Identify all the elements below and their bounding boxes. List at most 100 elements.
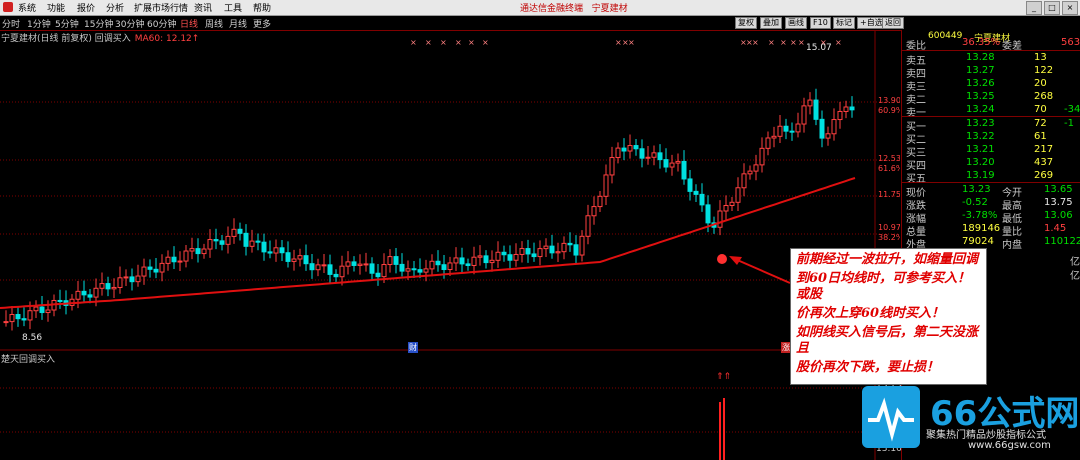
buy-row-2: 买二 13.22 61 (906, 131, 1047, 146)
menu-tools[interactable]: 工具 (224, 1, 242, 14)
buy-row-1: 买一 13.23 72 -1 (906, 118, 1074, 133)
candle-body (141, 266, 147, 277)
candle-body (285, 252, 291, 262)
candle-body (795, 123, 801, 133)
top-x-mark: × (798, 38, 805, 47)
candle-body (537, 248, 543, 258)
candle-body (747, 170, 753, 175)
kline-chart[interactable]: × × × × × × × × × × × × × × × × × × ⇑⇑ 15.07 8.56 13.90 6… (0, 30, 900, 460)
period-1min[interactable]: 1分钟 (27, 17, 51, 30)
candle-body (849, 106, 855, 111)
back-button[interactable]: 返回 (882, 17, 904, 29)
annotation-line-5: 股价再次下跌，要止损！ (796, 360, 940, 375)
menu-function[interactable]: 功能 (47, 1, 65, 14)
candle-body (471, 256, 477, 266)
period-monthly[interactable]: 月线 (229, 17, 247, 30)
maximize-button[interactable]: □ (1044, 1, 1060, 15)
period-daily[interactable]: 日线 (180, 17, 198, 30)
stat-row-1: 现价 13.23 今开 13.65 (906, 184, 1073, 199)
indicator-title: 楚天回调买入 (1, 355, 56, 365)
period-30min[interactable]: 30分钟 (115, 17, 144, 30)
candle-body (327, 264, 333, 275)
candle-body (33, 306, 39, 312)
yi-label-2: 亿 (1070, 271, 1080, 282)
period-15min[interactable]: 15分钟 (84, 17, 113, 30)
candle-body (477, 255, 483, 258)
candle-body (45, 309, 51, 314)
candle-body (441, 264, 447, 271)
candle-body (513, 253, 519, 261)
candle-body (423, 268, 429, 273)
period-toolbar: 分时 1分钟 5分钟 15分钟 30分钟 60分钟 日线 周线 月线 更多 复权… (0, 16, 1080, 31)
sell-row-5: 卖五 13.28 13 (906, 52, 1047, 67)
candle-body (255, 240, 261, 243)
close-button[interactable]: × (1062, 1, 1078, 15)
candle-body (717, 210, 723, 228)
menu-extended-market[interactable]: 扩展市场行情 (134, 1, 188, 14)
candle-body (753, 164, 759, 172)
menu-quote[interactable]: 报价 (77, 1, 95, 14)
period-weekly[interactable]: 周线 (205, 17, 223, 30)
overlay-button[interactable]: 叠加 (760, 17, 782, 29)
candle-body (297, 255, 303, 260)
menu-news[interactable]: 资讯 (194, 1, 212, 14)
candle-body (369, 263, 375, 274)
candle-body (831, 119, 837, 135)
candle-body (615, 147, 621, 159)
candle-body (165, 256, 171, 264)
menu-analysis[interactable]: 分析 (106, 1, 124, 14)
fuquan-button[interactable]: 复权 (735, 17, 757, 29)
candle-body (699, 193, 705, 206)
yi-label-1: 亿 (1070, 257, 1080, 268)
annotation-line-2: 到60日均线时，可参考买入！或股 (796, 271, 971, 302)
pulse-icon (868, 397, 914, 442)
candle-body (177, 260, 183, 263)
menu-help[interactable]: 帮助 (253, 1, 271, 14)
candle-body (639, 148, 645, 159)
candle-body (261, 241, 267, 253)
candle-body (819, 118, 825, 139)
candle-body (573, 244, 579, 256)
period-60min[interactable]: 60分钟 (147, 17, 176, 30)
candle-body (195, 248, 201, 255)
period-more[interactable]: 更多 (253, 17, 271, 30)
annotation-arrow (734, 258, 791, 284)
annotation-line-4: 如阴线买入信号后，第二天没涨且 (796, 325, 979, 356)
candle-body (159, 262, 165, 273)
candle-body (231, 228, 237, 237)
candle-body (117, 277, 123, 288)
candle-body (15, 314, 21, 320)
candle-body (189, 248, 195, 252)
candle-body (645, 156, 651, 159)
price-axis-4: 61.6% (878, 164, 900, 173)
signal-bar-1 (719, 402, 721, 460)
candle-body (321, 264, 327, 267)
period-5min[interactable]: 5分钟 (55, 17, 79, 30)
candle-body (387, 256, 393, 266)
minimize-button[interactable]: _ (1026, 1, 1042, 15)
top-x-mark: × (790, 38, 797, 47)
period-fenshi[interactable]: 分时 (2, 17, 20, 30)
candle-body (147, 266, 153, 270)
candle-body (759, 147, 765, 166)
candle-body (741, 173, 747, 189)
candle-body (549, 245, 555, 254)
finance-tag[interactable]: 财 (408, 342, 418, 353)
stat-row-4: 总量 189146 量比 1.45 (906, 223, 1067, 238)
watermark-subtitle: 聚集热门精品炒股指标公式 (926, 430, 1046, 441)
candle-body (183, 250, 189, 262)
candle-body (219, 240, 225, 245)
candle-body (393, 256, 399, 265)
candle-body (213, 239, 219, 242)
f10-button[interactable]: F10 (810, 17, 831, 29)
draw-button[interactable]: 画线 (785, 17, 807, 29)
mark-button[interactable]: 标记 (833, 17, 855, 29)
price-axis-7: 38.2% (878, 233, 900, 242)
menu-system[interactable]: 系统 (18, 1, 36, 14)
candle-body (789, 130, 795, 133)
candle-body (87, 294, 93, 298)
candle-body (315, 264, 321, 271)
candle-body (783, 125, 789, 132)
price-axis-1: 13.90 (878, 96, 900, 105)
chart-title: 宁夏建材(日线 前复权) 回调买入 MA60: 12.12↑ (1, 34, 200, 44)
